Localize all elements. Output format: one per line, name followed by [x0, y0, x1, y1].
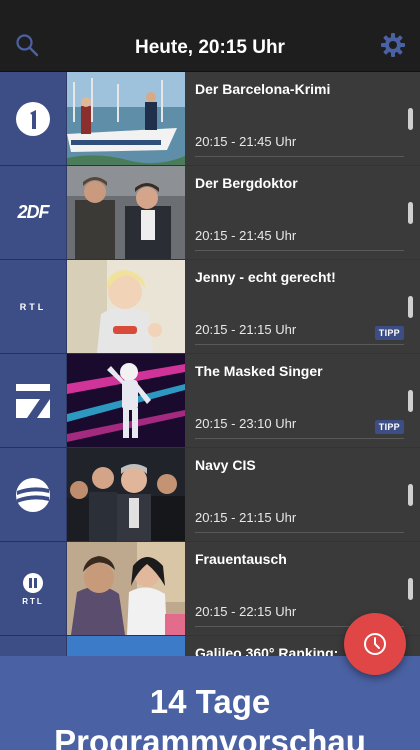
program-thumbnail	[67, 260, 185, 353]
program-row[interactable]: RTL Jenny - echt gerecht! 20:15 - 21:15 …	[0, 260, 420, 353]
channel-logo-sat1	[0, 448, 67, 541]
program-info: The Masked Singer 20:15 - 23:10 Uhr TIPP	[185, 354, 420, 447]
zdf-logo-icon: 2DF	[17, 202, 49, 222]
program-thumbnail	[67, 72, 185, 165]
program-thumbnail	[67, 448, 185, 541]
program-row[interactable]: The Masked Singer 20:15 - 23:10 Uhr TIPP	[0, 354, 420, 447]
program-row[interactable]: 2DF Der Bergdoktor 20:15 - 21:45 Uhr	[0, 166, 420, 259]
das-erste-logo-icon	[16, 101, 50, 136]
program-time: 20:15 - 23:10 Uhr	[195, 416, 297, 431]
tipp-badge: TIPP	[374, 420, 404, 434]
clock-fab-button[interactable]	[344, 613, 406, 675]
program-info: Der Bergdoktor 20:15 - 21:45 Uhr	[185, 166, 420, 259]
channel-logo-zdf: 2DF	[0, 166, 67, 259]
program-title: The Masked Singer	[195, 363, 323, 379]
program-thumbnail	[67, 166, 185, 259]
program-time: 20:15 - 21:15 Uhr	[195, 322, 297, 337]
sat1-logo-icon	[16, 477, 50, 512]
gear-icon[interactable]	[380, 32, 406, 58]
app: Heute, 20:15 Uhr Der Barcelona-Krimi 20:…	[0, 0, 420, 750]
divider	[195, 250, 404, 251]
program-row[interactable]: Navy CIS 20:15 - 21:15 Uhr	[0, 448, 420, 541]
program-title: Navy CIS	[195, 457, 256, 473]
program-thumbnail	[67, 542, 185, 635]
page-title: Heute, 20:15 Uhr	[135, 37, 285, 58]
divider	[195, 532, 404, 533]
program-title: Der Barcelona-Krimi	[195, 81, 331, 97]
clock-icon	[364, 633, 386, 655]
program-time: 20:15 - 21:15 Uhr	[195, 510, 297, 525]
banner-text: 14 Tage Programmvorschau	[0, 682, 420, 750]
program-list: Der Barcelona-Krimi 20:15 - 21:45 Uhr 2D…	[0, 72, 420, 662]
prosieben-logo-icon	[16, 383, 50, 418]
program-time: 20:15 - 21:45 Uhr	[195, 228, 297, 243]
channel-logo-rtl2: RTL	[0, 542, 67, 635]
program-time: 20:15 - 22:15 Uhr	[195, 604, 297, 619]
banner-line-2: Programmvorschau	[54, 723, 366, 750]
top-bar: Heute, 20:15 Uhr	[0, 0, 420, 72]
scroll-indicator	[408, 296, 413, 318]
tipp-badge: TIPP	[374, 326, 404, 340]
divider	[195, 344, 404, 345]
divider	[195, 438, 404, 439]
program-info: Navy CIS 20:15 - 21:15 Uhr	[185, 448, 420, 541]
program-title: Jenny - echt gerecht!	[195, 269, 336, 285]
channel-logo-prosieben	[0, 354, 67, 447]
program-thumbnail	[67, 354, 185, 447]
channel-logo-das-erste	[0, 72, 67, 165]
promo-banner: 14 Tage Programmvorschau	[0, 656, 420, 750]
program-info: Der Barcelona-Krimi 20:15 - 21:45 Uhr	[185, 72, 420, 165]
banner-line-1: 14 Tage	[149, 683, 271, 720]
program-row[interactable]: Der Barcelona-Krimi 20:15 - 21:45 Uhr	[0, 72, 420, 165]
scroll-indicator	[408, 578, 413, 600]
divider	[195, 156, 404, 157]
program-time: 20:15 - 21:45 Uhr	[195, 134, 297, 149]
scroll-indicator	[408, 202, 413, 224]
scroll-indicator	[408, 484, 413, 506]
scroll-indicator	[408, 108, 413, 130]
program-info: Jenny - echt gerecht! 20:15 - 21:15 Uhr …	[185, 260, 420, 353]
scroll-indicator	[408, 390, 413, 412]
program-title: Der Bergdoktor	[195, 175, 298, 191]
program-title: Frauentausch	[195, 551, 287, 567]
rtl2-logo-icon: RTL	[22, 572, 44, 606]
channel-logo-rtl: RTL	[0, 260, 67, 353]
rtl-logo-icon: RTL	[19, 301, 47, 312]
